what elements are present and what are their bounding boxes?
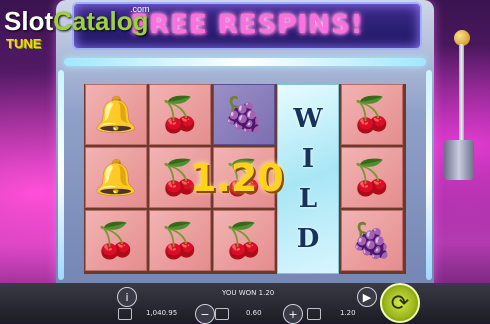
win-value: 1.20: [340, 309, 356, 317]
logo-slot: Slot: [4, 6, 54, 36]
wallet-icon: [118, 308, 132, 320]
wild-letter: W: [293, 104, 323, 134]
cherry-icon: 🍒: [158, 220, 202, 261]
reel-5: 🍒 🍒 🍇: [340, 84, 404, 274]
bet-decrease-button[interactable]: −: [195, 304, 215, 324]
cherry-icon: 🍒: [350, 94, 394, 135]
wild-letter: D: [296, 224, 320, 254]
autoplay-button[interactable]: ▶: [357, 287, 377, 307]
reel-cell: 🍒: [85, 210, 147, 271]
bet-value: 0.60: [246, 309, 262, 317]
cherry-icon: 🍒: [350, 157, 394, 198]
cherry-icon: 🍒: [94, 220, 138, 261]
game-logo-text: TUNE: [6, 36, 42, 51]
reel-cell: 🍒: [149, 84, 211, 145]
reel-cell: 🍇: [341, 210, 403, 271]
reel-cell: 🍒: [341, 84, 403, 145]
lever-base: [444, 140, 474, 180]
reel-4: WILD: [276, 84, 340, 274]
reel-cell: 🍒: [213, 210, 275, 271]
bell-icon: 🔔: [94, 157, 138, 198]
bet-increase-button[interactable]: +: [283, 304, 303, 324]
reel-cell: 🔔: [85, 84, 147, 145]
logo-com: .com: [130, 4, 150, 14]
led-bar: [64, 58, 426, 66]
balance-value: 1,040.95: [146, 309, 178, 317]
wild-letter: L: [298, 184, 318, 214]
reel-cell: 🍇: [213, 84, 275, 145]
spin-button[interactable]: ⟳: [380, 283, 420, 323]
reel-cell: 🍒: [149, 210, 211, 271]
reel-1: 🔔 🔔 🍒: [84, 84, 148, 274]
coin-stack-icon: [215, 308, 229, 320]
bell-icon: 🔔: [94, 94, 138, 135]
win-amount: 1.20: [190, 156, 284, 200]
right-neon-tube: [426, 70, 432, 280]
reel-cell: 🔔: [85, 147, 147, 208]
left-neon-tube: [58, 70, 64, 280]
lever-stick: [459, 44, 464, 154]
grape-icon: 🍇: [222, 94, 266, 135]
wild-letter: I: [301, 144, 315, 174]
slot-lever[interactable]: [444, 30, 474, 180]
grape-icon: 🍇: [350, 220, 394, 261]
reel-cell: 🍒: [341, 147, 403, 208]
cherry-icon: 🍒: [158, 94, 202, 135]
you-won-label: YOU WON 1.20: [222, 289, 275, 297]
wild-symbol: WILD: [277, 84, 339, 274]
info-button[interactable]: i: [117, 287, 137, 307]
site-logo: SlotCatalog .com TUNE: [4, 4, 150, 51]
trophy-icon: [307, 308, 321, 320]
cherry-icon: 🍒: [222, 220, 266, 261]
